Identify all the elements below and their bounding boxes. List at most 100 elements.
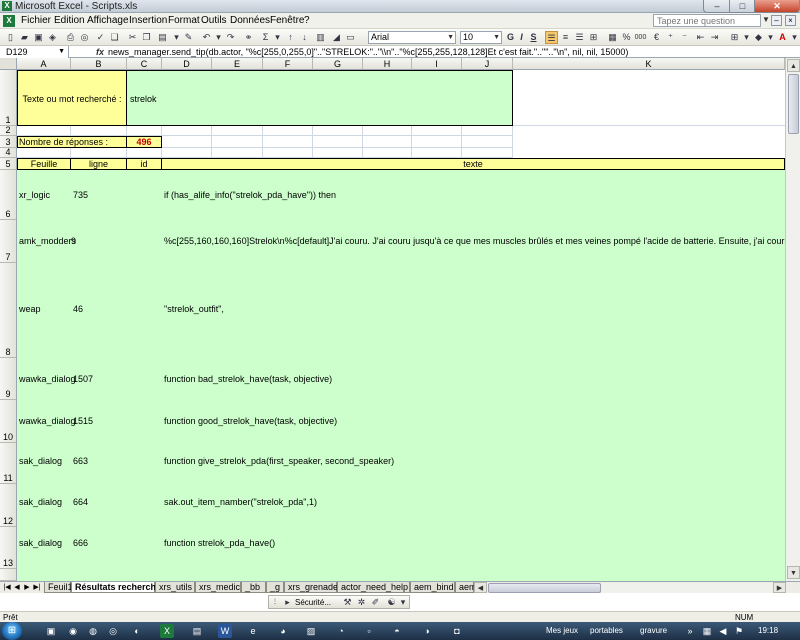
column-header-d[interactable]: D xyxy=(162,58,212,70)
paste-icon[interactable]: ▤ xyxy=(156,31,169,44)
workbook-close-icon[interactable]: × xyxy=(785,15,796,26)
empty-cell[interactable] xyxy=(412,126,462,136)
empty-cell[interactable] xyxy=(412,148,462,158)
scroll-right-icon[interactable]: ▶ xyxy=(773,582,786,593)
row-header-10[interactable]: 10 xyxy=(0,400,17,443)
scroll-left-icon[interactable]: ◀ xyxy=(474,582,487,593)
sheet-tab[interactable]: xrs_utils xyxy=(155,582,195,593)
column-header-b[interactable]: B xyxy=(71,58,127,70)
start-button[interactable]: ⊞ xyxy=(2,622,22,640)
align-right-icon[interactable]: ☰ xyxy=(573,31,586,44)
sheet-tab[interactable]: aem_bind xyxy=(410,582,455,593)
header-texte[interactable]: texte xyxy=(162,158,785,170)
menu-fichier[interactable]: Fichier xyxy=(19,14,53,28)
tray-network-icon[interactable]: ▦ xyxy=(700,624,714,638)
menu-affichage[interactable]: Affichage xyxy=(85,14,131,28)
font-name-select[interactable]: Arial ▼ xyxy=(368,31,456,44)
empty-cell[interactable] xyxy=(162,148,212,158)
app2-taskbar-icon[interactable]: ▤ xyxy=(190,624,204,638)
excel-taskbar-icon[interactable]: X xyxy=(160,624,174,638)
prev-sheet-icon[interactable]: ◀ xyxy=(12,583,22,593)
empty-cell[interactable] xyxy=(462,148,513,158)
print-icon[interactable]: ⎙ xyxy=(64,31,77,44)
row-header-6[interactable]: 6 xyxy=(0,170,17,220)
excel-app-icon[interactable]: X xyxy=(2,1,12,11)
security-shield-icon[interactable]: ▸ xyxy=(281,596,294,609)
row-header-4[interactable]: 4 xyxy=(0,147,17,158)
empty-cell[interactable] xyxy=(162,126,212,136)
copy-icon[interactable]: ❐ xyxy=(140,31,153,44)
cell-ligne[interactable]: 735 xyxy=(73,190,88,200)
toolbar-gravure[interactable]: gravure xyxy=(640,625,667,637)
sheet-tab[interactable]: actor_need_help xyxy=(337,582,410,593)
menu-help[interactable]: ? xyxy=(302,14,312,28)
column-header-i[interactable]: I xyxy=(412,58,462,70)
insert-function-icon[interactable]: fx xyxy=(96,46,104,58)
row-header-7[interactable]: 7 xyxy=(0,220,17,263)
tray-flag-icon[interactable]: ⚑ xyxy=(732,624,746,638)
sheet-tab-active[interactable]: Résultats recherche xyxy=(71,582,161,593)
empty-cell[interactable] xyxy=(412,136,462,148)
app6-taskbar-icon[interactable]: ◓ xyxy=(390,624,404,638)
print-preview-icon[interactable]: ◎ xyxy=(78,31,91,44)
empty-cell[interactable] xyxy=(212,126,263,136)
chrome-taskbar-icon[interactable]: ◐ xyxy=(130,624,144,638)
vertical-scroll-thumb[interactable] xyxy=(788,74,799,134)
chart-wizard-icon[interactable]: ▥ xyxy=(314,31,327,44)
align-center-icon[interactable]: ≡ xyxy=(559,31,572,44)
cell-texte[interactable]: sak.out_item_namber("strelok_pda",1) xyxy=(164,497,317,507)
maximize-button[interactable]: □ xyxy=(729,0,756,13)
firefox-taskbar-icon[interactable]: ◕ xyxy=(276,624,290,638)
empty-cell[interactable] xyxy=(127,126,162,136)
cell-ligne[interactable]: 46 xyxy=(73,304,83,314)
empty-cell[interactable] xyxy=(263,126,313,136)
cell-texte[interactable]: function bad_strelok_have(task, objectiv… xyxy=(164,374,332,384)
row-header-1[interactable]: 1 xyxy=(0,70,17,126)
open-folder-icon[interactable]: ▰ xyxy=(18,31,31,44)
app7-taskbar-icon[interactable]: ◘ xyxy=(450,624,464,638)
euro-button[interactable]: € xyxy=(650,31,663,44)
row-header-12[interactable]: 12 xyxy=(0,484,17,527)
clock[interactable]: 19:18 xyxy=(758,625,778,637)
empty-cell[interactable] xyxy=(313,136,363,148)
toolbar-portables[interactable]: portables xyxy=(590,625,623,637)
workbook-icon[interactable]: X xyxy=(3,15,15,27)
select-all-corner[interactable] xyxy=(0,58,17,70)
scroll-down-icon[interactable]: ▼ xyxy=(787,566,800,579)
cell-ligne[interactable]: 663 xyxy=(73,456,88,466)
cut-icon[interactable]: ✂ xyxy=(126,31,139,44)
cell-ligne[interactable]: 1515 xyxy=(73,416,93,426)
toolbox-icon[interactable]: ✲ xyxy=(355,596,368,609)
menu-donnees[interactable]: Données xyxy=(228,14,272,28)
toolbar-mes-jeux[interactable]: Mes jeux xyxy=(546,625,578,637)
increase-indent-icon[interactable]: ⇥ xyxy=(708,31,721,44)
empty-cell[interactable] xyxy=(71,126,127,136)
row-header-14[interactable] xyxy=(0,569,17,581)
media-taskbar-icon[interactable]: ◉ xyxy=(66,624,80,638)
permission-icon[interactable]: ◈ xyxy=(46,31,59,44)
menu-format[interactable]: Format xyxy=(166,14,202,28)
empty-cell[interactable] xyxy=(363,148,412,158)
next-sheet-icon[interactable]: ▶ xyxy=(22,583,32,593)
cell-texte[interactable]: if (has_alife_info("strelok_pda_have")) … xyxy=(164,190,336,200)
cell-ligne[interactable]: 1507 xyxy=(73,374,93,384)
row-header-5[interactable]: 5 xyxy=(0,158,17,170)
empty-cell[interactable] xyxy=(363,126,412,136)
column-header-k[interactable]: K xyxy=(513,58,785,70)
row-header-2[interactable]: 2 xyxy=(0,125,17,136)
column-header-c[interactable]: C xyxy=(127,58,162,70)
help-question-input[interactable]: Tapez une question xyxy=(653,14,761,27)
visual-basic-icon[interactable]: ⚒ xyxy=(341,596,354,609)
percent-button[interactable]: % xyxy=(620,31,633,44)
sheet-tab[interactable]: Feuil1 xyxy=(44,582,73,593)
sheet-tab[interactable]: xrs_grenade xyxy=(284,582,338,593)
security-button[interactable]: Sécurité... xyxy=(295,596,331,609)
cell-texte[interactable]: %c[255,160,160,160]Strelok\n%c[default]J… xyxy=(164,236,785,246)
disc-taskbar-icon[interactable]: ◎ xyxy=(106,624,120,638)
zoom-icon[interactable]: ▭ xyxy=(344,31,357,44)
menu-insertion[interactable]: Insertion xyxy=(127,14,169,28)
font-size-select[interactable]: 10 ▼ xyxy=(460,31,502,44)
column-header-h[interactable]: H xyxy=(363,58,412,70)
first-sheet-icon[interactable]: |◀ xyxy=(2,583,12,593)
last-sheet-icon[interactable]: ▶| xyxy=(32,583,42,593)
